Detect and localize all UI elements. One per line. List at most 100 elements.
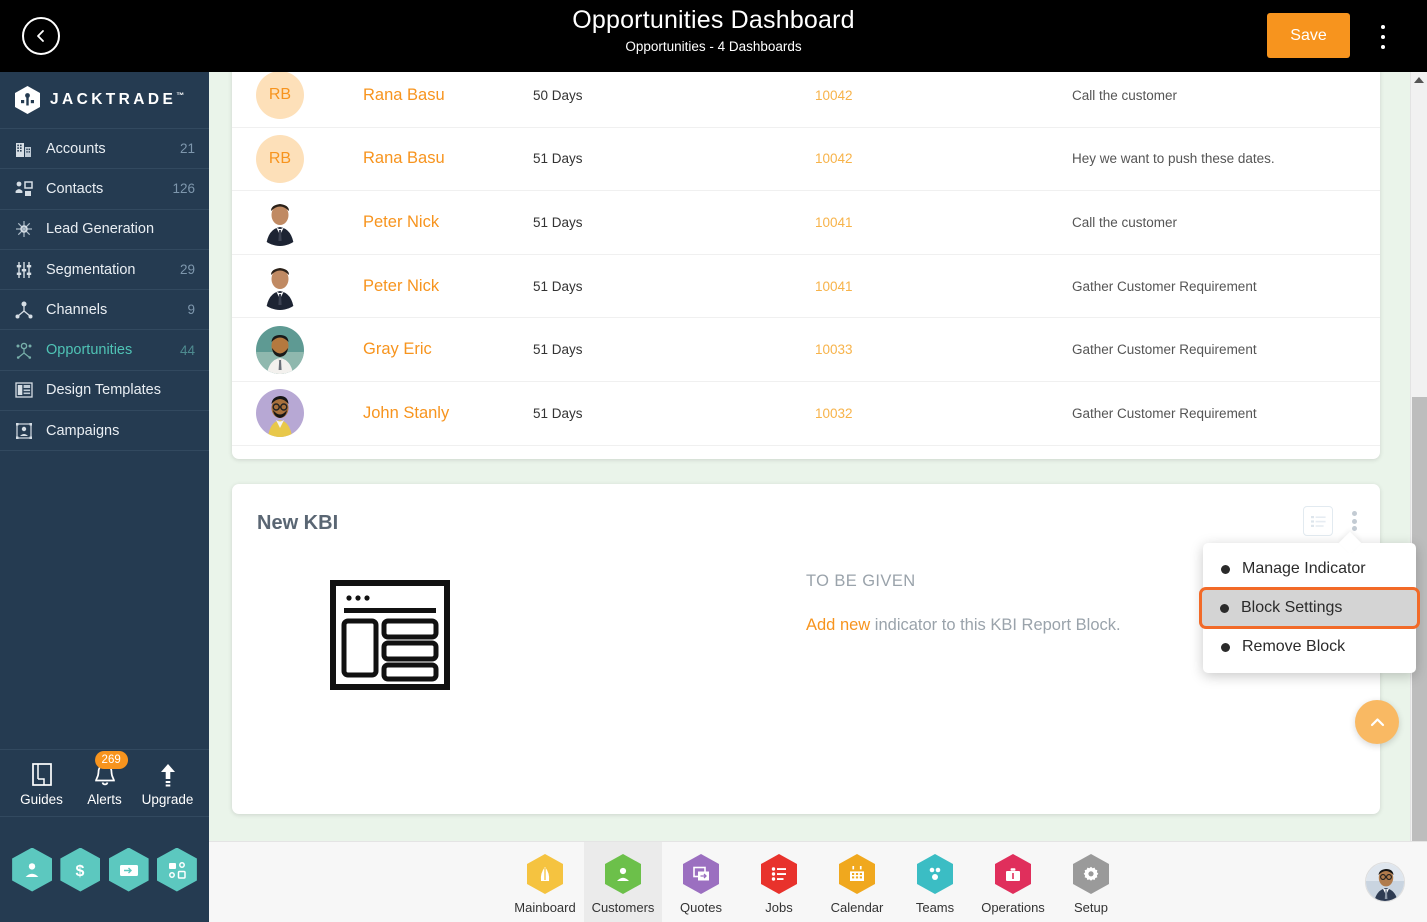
quotes-icon	[683, 854, 719, 894]
sidebar-item-label: Lead Generation	[46, 221, 155, 238]
teams-icon	[917, 854, 953, 894]
sidebar-item-count: 9	[187, 302, 195, 318]
kbi-placeholder-illustration	[329, 579, 451, 696]
alerts-badge: 269	[94, 750, 128, 769]
sidebar-item-accounts[interactable]: Accounts 21	[0, 129, 209, 170]
page-title: Opportunities Dashboard	[572, 6, 855, 34]
quick-action-dollar[interactable]: $	[60, 847, 101, 892]
row-name[interactable]: John Stanly	[363, 404, 533, 423]
payment-hex-icon	[119, 864, 138, 876]
main-vertical-scrollbar[interactable]	[1410, 72, 1427, 841]
table-row[interactable]: RB Rana Basu 51 Days 10042 Hey we want t…	[232, 128, 1380, 192]
row-days: 51 Days	[533, 151, 583, 167]
avatar-photo	[256, 389, 304, 438]
scrollbar-up-arrow-icon[interactable]	[1414, 77, 1424, 83]
avatar: RB	[256, 134, 363, 183]
opportunities-table-card: RB Rana Basu 50 Days 10042 Call the cust…	[232, 64, 1380, 459]
header-title-group: Opportunities Dashboard Opportunities - …	[0, 6, 1427, 54]
up-arrow-icon	[160, 763, 175, 786]
sidebar-tool-label: Upgrade	[141, 791, 194, 807]
bottom-nav-calendar[interactable]: Calendar	[818, 842, 896, 922]
bottom-nav-teams[interactable]: Teams	[896, 842, 974, 922]
segmentation-icon	[16, 261, 32, 278]
sidebar-item-channels[interactable]: Channels 9	[0, 290, 209, 331]
sidebar-item-campaigns[interactable]: Campaigns	[0, 411, 209, 452]
table-row[interactable]: Peter Nick 51 Days 10041 Gather Customer…	[232, 255, 1380, 319]
calendar-icon	[839, 854, 875, 894]
dropdown-item-manage-indicator[interactable]: Manage Indicator	[1203, 551, 1416, 587]
table-row[interactable]: John Stanly 51 Days 10032 Gather Custome…	[232, 382, 1380, 446]
dropdown-item-label: Remove Block	[1242, 638, 1346, 655]
bottom-nav-label: Quotes	[680, 900, 722, 915]
add-new-link[interactable]: Add new	[806, 616, 870, 634]
bottom-nav-jobs[interactable]: Jobs	[740, 842, 818, 922]
brand-logo-area[interactable]: JACKTRADE™	[0, 72, 209, 129]
row-name[interactable]: Rana Basu	[363, 149, 533, 168]
row-name[interactable]: Rana Basu	[363, 86, 533, 105]
add-new-rest: indicator to this KBI Report Block.	[870, 616, 1121, 634]
bottom-nav-mainboard[interactable]: Mainboard	[506, 842, 584, 922]
quick-action-payment[interactable]	[108, 847, 149, 892]
sidebar-item-contacts[interactable]: Contacts 126	[0, 169, 209, 210]
sidebar-item-segmentation[interactable]: Segmentation 29	[0, 250, 209, 291]
sidebar-item-label: Design Templates	[46, 382, 161, 399]
header-kebab-menu-icon[interactable]	[1371, 22, 1395, 52]
kbi-kebab-menu-icon[interactable]	[1343, 507, 1365, 535]
chevron-up-icon	[1370, 717, 1384, 726]
user-avatar[interactable]	[1365, 862, 1405, 902]
sidebar-item-lead-generation[interactable]: Lead Generation	[0, 210, 209, 250]
sidebar: JACKTRADE™ Accounts 21 Contacts 126 Lead…	[0, 72, 209, 922]
campaigns-icon	[16, 422, 32, 439]
row-id[interactable]: 10041	[815, 279, 1072, 294]
kbi-message-block: TO BE GIVEN Add new indicator to this KB…	[806, 572, 1121, 635]
table-row[interactable]: RB Rana Basu 50 Days 10042 Call the cust…	[232, 64, 1380, 128]
dropdown-item-label: Manage Indicator	[1242, 560, 1366, 577]
contacts-icon	[15, 181, 33, 196]
sidebar-tool-alerts[interactable]: 269 Alerts	[74, 750, 136, 807]
channels-icon	[15, 301, 33, 319]
sidebar-item-design-templates[interactable]: Design Templates	[0, 371, 209, 412]
row-days: 51 Days	[533, 405, 583, 421]
sidebar-item-label: Accounts	[46, 140, 106, 157]
operations-icon	[995, 854, 1031, 894]
table-body: RB Rana Basu 50 Days 10042 Call the cust…	[232, 64, 1380, 446]
avatar-photo	[256, 262, 304, 311]
row-id[interactable]: 10032	[815, 406, 1072, 421]
bottom-nav-items: Mainboard Customers Quotes Jobs Calendar…	[506, 842, 1130, 922]
sidebar-tool-label: Guides	[20, 791, 63, 807]
avatar-initials: RB	[256, 134, 304, 183]
bottom-nav-setup[interactable]: Setup	[1052, 842, 1130, 922]
bottom-nav-operations[interactable]: Operations	[974, 842, 1052, 922]
quick-action-person[interactable]	[12, 847, 53, 892]
bottom-nav-label: Calendar	[830, 900, 884, 915]
save-button[interactable]: Save	[1267, 13, 1350, 58]
row-name[interactable]: Peter Nick	[363, 277, 533, 296]
scroll-to-top-button[interactable]	[1355, 700, 1399, 744]
kbi-to-be-given-label: TO BE GIVEN	[806, 572, 916, 590]
bottom-nav-customers[interactable]: Customers	[584, 842, 662, 922]
sidebar-tool-guides[interactable]: Guides	[11, 760, 73, 807]
bottom-nav-label: Setup	[1074, 900, 1108, 915]
row-id[interactable]: 10033	[815, 342, 1072, 357]
sidebar-tool-upgrade[interactable]: Upgrade	[137, 760, 199, 807]
avatar	[256, 262, 363, 311]
row-id[interactable]: 10042	[815, 88, 1072, 103]
table-row[interactable]: Peter Nick 51 Days 10041 Call the custom…	[232, 191, 1380, 255]
avatar	[256, 325, 363, 374]
sidebar-item-opportunities[interactable]: Opportunities 44	[0, 330, 209, 371]
row-id[interactable]: 10041	[815, 215, 1072, 230]
back-button[interactable]	[22, 17, 60, 55]
row-name[interactable]: Peter Nick	[363, 213, 533, 232]
avatar-photo	[256, 198, 304, 247]
row-days: 51 Days	[533, 214, 583, 230]
dropdown-item-remove-block[interactable]: Remove Block	[1203, 629, 1416, 665]
table-row[interactable]: Gray Eric 51 Days 10033 Gather Customer …	[232, 318, 1380, 382]
row-id[interactable]: 10042	[815, 151, 1072, 166]
person-hex-icon	[25, 862, 39, 877]
bottom-nav-quotes[interactable]: Quotes	[662, 842, 740, 922]
kbi-list-view-button[interactable]	[1303, 506, 1333, 536]
quick-action-workflow[interactable]	[156, 847, 197, 892]
row-name[interactable]: Gray Eric	[363, 340, 533, 359]
dropdown-item-block-settings[interactable]: Block Settings	[1199, 587, 1420, 629]
list-view-icon	[1310, 515, 1326, 527]
